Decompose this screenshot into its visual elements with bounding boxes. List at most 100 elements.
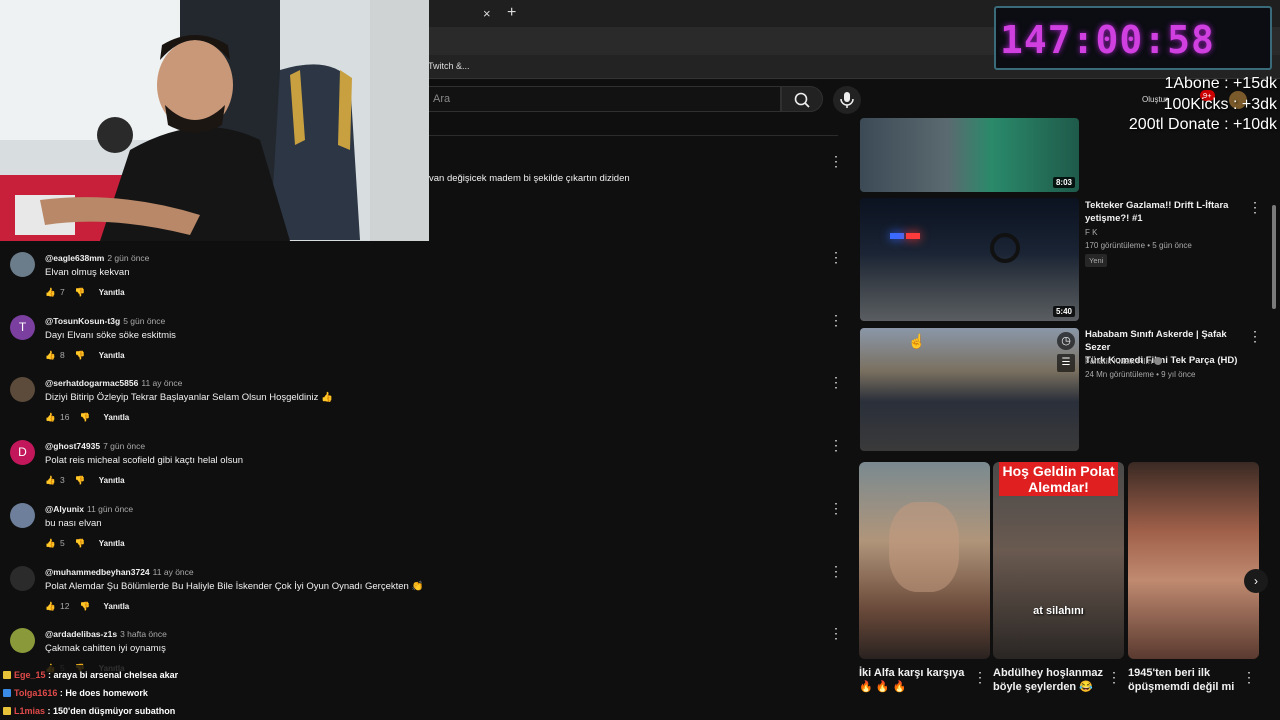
comment-menu-icon[interactable]: ⋮ — [829, 250, 843, 264]
reply-button[interactable]: Yanıtla — [99, 351, 125, 360]
dislike-icon[interactable]: 👎 — [75, 475, 86, 486]
like-count: 12 — [60, 601, 70, 611]
more-options-icon[interactable]: ⋮ — [829, 154, 843, 168]
video-menu-icon[interactable]: ⋮ — [1248, 329, 1262, 343]
tab-close-icon[interactable]: × — [483, 6, 491, 21]
add-to-queue-icon[interactable]: ☰ — [1057, 354, 1075, 372]
video-channel[interactable]: Fanatik Klasik Film — [1085, 356, 1163, 368]
avatar[interactable]: D — [10, 440, 35, 465]
watch-later-icon[interactable]: ◷ — [1057, 332, 1075, 350]
search-button[interactable] — [781, 86, 823, 112]
dislike-icon[interactable]: 👎 — [79, 601, 90, 612]
comment-menu-icon[interactable]: ⋮ — [829, 501, 843, 515]
scrollbar[interactable] — [1272, 205, 1276, 309]
stream-chat: Ege_15 : araya bi arsenal chelsea akar T… — [0, 665, 380, 720]
dislike-icon[interactable]: 👎 — [75, 350, 86, 361]
thumbnail-wheel — [990, 233, 1020, 263]
comment-time: 5 gün önce — [123, 316, 166, 326]
avatar[interactable] — [10, 566, 35, 591]
short-menu-icon[interactable]: ⋮ — [1242, 670, 1256, 684]
comment-text: Elvan olmuş kekvan — [45, 267, 130, 278]
video-thumbnail[interactable]: 8:03 — [860, 118, 1079, 192]
reply-button[interactable]: Yanıtla — [103, 602, 129, 611]
comment-item: @serhatdogarmac5856 11 ay önce Diziyi Bit… — [0, 375, 850, 440]
comment-author[interactable]: @TosunKosun-t3g 5 gün önce — [45, 316, 165, 326]
like-icon[interactable]: 👍 — [45, 350, 56, 361]
like-count: 7 — [60, 287, 65, 297]
like-icon[interactable]: 👍 — [45, 412, 56, 423]
comment-author[interactable]: @ghost74935 7 gün önce — [45, 441, 145, 451]
rate-line: 1Abone : +15dk — [1164, 75, 1277, 92]
short-caption: at silahını — [1033, 605, 1084, 617]
comment-time: 2 gün önce — [107, 253, 150, 263]
chat-text: : He does homework — [59, 688, 148, 698]
short-thumbnail[interactable]: Hoş Geldin Polat Alemdar! at silahını — [993, 462, 1124, 659]
video-channel[interactable]: F K — [1085, 227, 1097, 239]
short-title[interactable]: 1945'ten beri ilk öpüşmemdi değil mi — [1128, 666, 1234, 694]
like-count: 16 — [60, 412, 70, 422]
reply-button[interactable]: Yanıtla — [99, 288, 125, 297]
reply-button[interactable]: Yanıtla — [103, 413, 129, 422]
comment-author[interactable]: @eagle638mm 2 gün önce — [45, 253, 149, 263]
description-snippet: van değişicek madem bi şekilde çıkartın … — [429, 173, 630, 184]
chat-message: Ege_15 : araya bi arsenal chelsea akar — [3, 670, 178, 680]
avatar[interactable] — [10, 503, 35, 528]
video-menu-icon[interactable]: ⋮ — [1248, 200, 1262, 214]
comment-menu-icon[interactable]: ⋮ — [829, 564, 843, 578]
comment-item: D @ghost74935 7 gün önce Polat reis miche… — [0, 438, 850, 503]
comment-menu-icon[interactable]: ⋮ — [829, 626, 843, 640]
chat-user: Tolga1616 — [14, 688, 58, 698]
search-input[interactable]: Ara — [429, 86, 781, 112]
comment-text: Polat reis micheal scofield gibi kaçtı h… — [45, 455, 244, 466]
reply-button[interactable]: Yanıtla — [99, 476, 125, 485]
comment-item: @Alyunix 11 gün önce bu nası elvan 👍 5 👎 Yan… — [0, 501, 850, 566]
comment-menu-icon[interactable]: ⋮ — [829, 438, 843, 452]
video-duration: 8:03 — [1052, 177, 1075, 188]
comment-time: 7 gün önce — [103, 441, 146, 451]
short-menu-icon[interactable]: ⋮ — [1107, 670, 1121, 684]
shorts-next-button[interactable]: › — [1244, 569, 1268, 593]
avatar[interactable]: T — [10, 315, 35, 340]
short-title[interactable]: İki Alfa karşı karşıya 🔥 🔥 🔥 — [859, 666, 964, 694]
video-thumbnail[interactable]: ◷ ☰ — [860, 328, 1079, 451]
like-icon[interactable]: 👍 — [45, 475, 56, 486]
bookmark-item[interactable]: Twitch &... — [428, 61, 470, 71]
dislike-icon[interactable]: 👎 — [79, 412, 90, 423]
video-meta: 170 görüntüleme • 5 gün önce — [1085, 241, 1192, 250]
comment-author[interactable]: @ardadelibas-z1s 3 hafta önce — [45, 629, 167, 639]
video-thumbnail[interactable]: 5:40 — [860, 198, 1079, 321]
comment-author[interactable]: @serhatdogarmac5856 11 ay önce — [45, 378, 182, 388]
video-duration: 5:40 — [1052, 306, 1075, 317]
verified-icon — [1154, 357, 1163, 365]
like-count: 5 — [60, 538, 65, 548]
sub-badge-icon — [3, 689, 11, 697]
comment-author[interactable]: @Alyunix 11 gün önce — [45, 504, 133, 514]
like-icon[interactable]: 👍 — [45, 601, 56, 612]
new-tab-button[interactable]: + — [507, 4, 516, 22]
comment-time: 3 hafta önce — [120, 629, 167, 639]
chat-user: L1mias — [14, 706, 46, 716]
short-thumbnail[interactable] — [1128, 462, 1259, 659]
rate-line: 100Kicks : +3dk — [1163, 95, 1277, 113]
short-menu-icon[interactable]: ⋮ — [973, 670, 987, 684]
chat-user: Ege_15 — [14, 670, 46, 680]
comment-menu-icon[interactable]: ⋮ — [829, 313, 843, 327]
avatar[interactable] — [10, 252, 35, 277]
comment-author[interactable]: @muhammedbeyhan3724 11 ay önce — [45, 567, 194, 577]
like-icon[interactable]: 👍 — [45, 538, 56, 549]
comment-menu-icon[interactable]: ⋮ — [829, 375, 843, 389]
voice-search-button[interactable] — [833, 86, 861, 114]
like-icon[interactable]: 👍 — [45, 287, 56, 298]
short-title[interactable]: Abdülhey hoşlanmaz böyle şeylerden 😂 — [993, 666, 1103, 694]
dislike-icon[interactable]: 👎 — [75, 287, 86, 298]
dislike-icon[interactable]: 👎 — [75, 538, 86, 549]
short-thumbnail[interactable] — [859, 462, 990, 659]
divider — [429, 135, 838, 136]
chat-text: : araya bi arsenal chelsea akar — [48, 670, 179, 680]
sub-badge-icon — [3, 671, 11, 679]
like-count: 3 — [60, 475, 65, 485]
avatar[interactable] — [10, 377, 35, 402]
reply-button[interactable]: Yanıtla — [99, 539, 125, 548]
video-title[interactable]: Tekteker Gazlama!! Drift L-İftara yetişme… — [1085, 199, 1245, 225]
avatar[interactable] — [10, 628, 35, 653]
